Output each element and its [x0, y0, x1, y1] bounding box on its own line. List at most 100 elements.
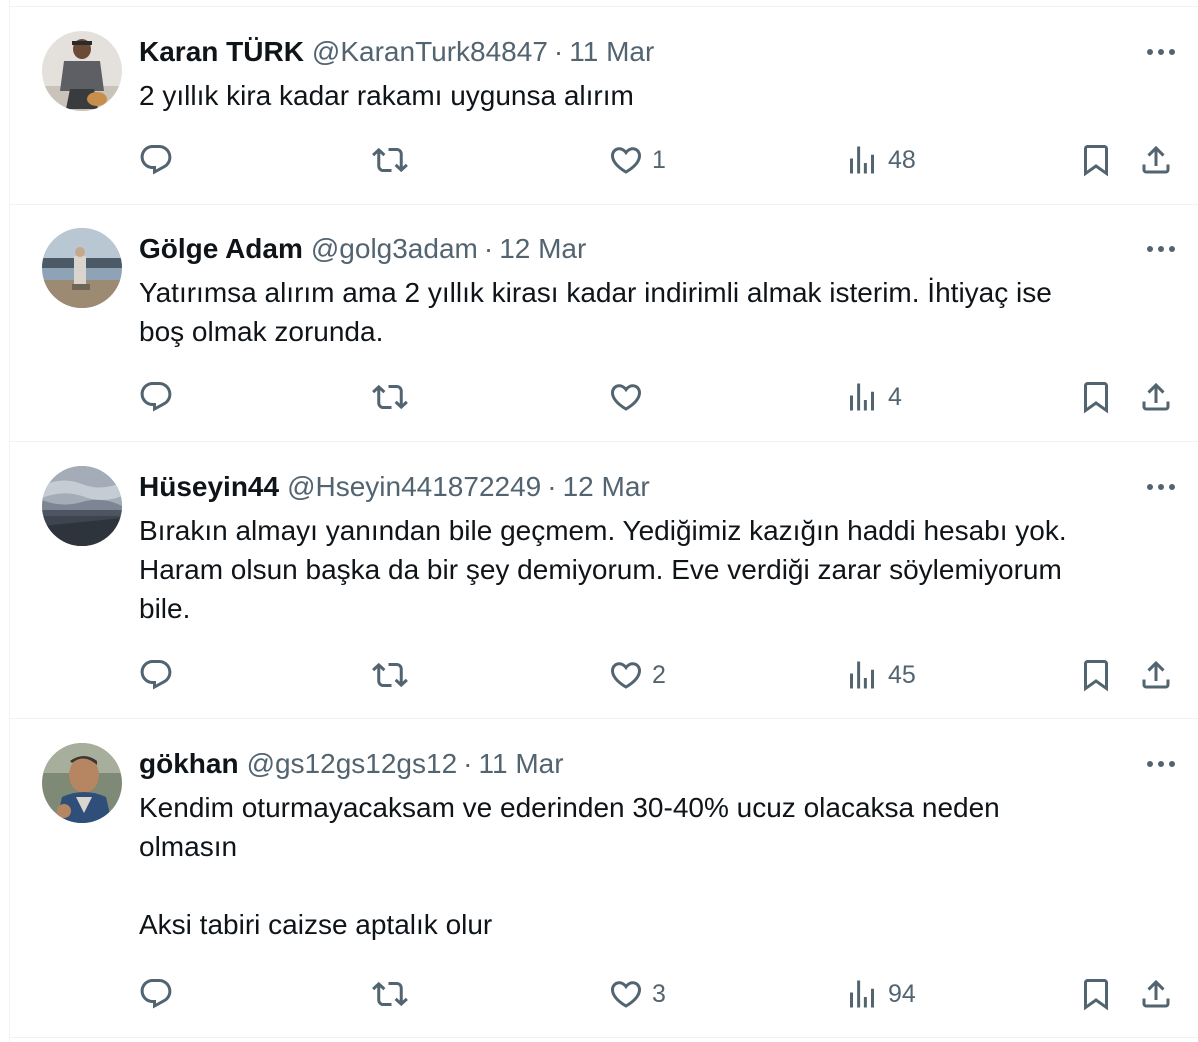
tweet-actions: 4 [10, 377, 1198, 417]
avatar[interactable] [42, 466, 122, 546]
avatar[interactable] [42, 228, 122, 308]
author-name[interactable]: gökhan [139, 746, 239, 782]
heart-icon [608, 142, 644, 178]
bookmark-icon [1078, 976, 1114, 1012]
tweet-date[interactable]: 11 Mar [478, 746, 563, 782]
tweet-actions: 1 48 [10, 140, 1198, 180]
tweet-date[interactable]: 12 Mar [563, 469, 650, 505]
like-button[interactable] [608, 377, 652, 417]
tweet-text: Yatırımsa alırım ama 2 yıllık kirası kad… [139, 277, 1052, 347]
views-icon [844, 379, 880, 415]
share-icon [1138, 657, 1174, 693]
like-button[interactable]: 1 [608, 140, 666, 180]
retweet-icon [372, 657, 408, 693]
bookmark-button[interactable] [1078, 140, 1114, 180]
tweet-text: 2 yıllık kira kadar rakamı uygunsa alırı… [139, 80, 634, 111]
heart-icon [608, 379, 644, 415]
tweet[interactable]: gökhan @gs12gs12gs12 · 11 Mar Kendim otu… [10, 719, 1198, 1038]
more-button[interactable] [1141, 469, 1181, 505]
reply-button[interactable] [138, 974, 182, 1014]
views-icon [844, 142, 880, 178]
retweet-button[interactable] [372, 974, 416, 1014]
author-handle[interactable]: @golg3adam [311, 231, 478, 267]
retweet-button[interactable] [372, 140, 416, 180]
tweet-text: Bırakın almayı yanından bile geçmem. Yed… [139, 515, 1067, 624]
share-button[interactable] [1138, 140, 1174, 180]
views-count: 94 [888, 980, 916, 1008]
reply-button[interactable] [138, 655, 182, 695]
views-icon [844, 976, 880, 1012]
more-horizontal-icon [1146, 240, 1176, 258]
tweet[interactable]: Karan TÜRK @KaranTurk84847 · 11 Mar 2 yı… [10, 6, 1198, 205]
like-count: 1 [652, 146, 666, 174]
like-count: 3 [652, 980, 666, 1008]
more-button[interactable] [1141, 231, 1181, 267]
views-icon [844, 657, 880, 693]
share-icon [1138, 379, 1174, 415]
more-horizontal-icon [1146, 755, 1176, 773]
more-button[interactable] [1141, 746, 1181, 782]
like-button[interactable]: 2 [608, 655, 666, 695]
views-button[interactable]: 94 [844, 974, 916, 1014]
share-icon [1138, 976, 1174, 1012]
separator: · [547, 471, 557, 502]
retweet-button[interactable] [372, 377, 416, 417]
tweet-header: Hüseyin44 @Hseyin441872249 · 12 Mar [139, 469, 650, 505]
tweet-actions: 3 94 [10, 974, 1198, 1014]
share-button[interactable] [1138, 377, 1174, 417]
tweet-text: Kendim oturmayacaksam ve ederinden 30-40… [139, 792, 1000, 940]
reply-icon [138, 142, 174, 178]
share-icon [1138, 142, 1174, 178]
like-button[interactable]: 3 [608, 974, 666, 1014]
author-name[interactable]: Karan TÜRK [139, 34, 304, 70]
reply-button[interactable] [138, 140, 182, 180]
tweet-actions: 2 45 [10, 655, 1198, 695]
author-handle[interactable]: @gs12gs12gs12 [247, 746, 458, 782]
reply-icon [138, 657, 174, 693]
tweet-date[interactable]: 11 Mar [569, 34, 654, 70]
author-handle[interactable]: @Hseyin441872249 [287, 469, 541, 505]
tweet[interactable]: Hüseyin44 @Hseyin441872249 · 12 Mar Bıra… [10, 442, 1198, 719]
views-count: 45 [888, 661, 916, 689]
views-button[interactable]: 4 [844, 377, 902, 417]
retweet-icon [372, 142, 408, 178]
bookmark-icon [1078, 379, 1114, 415]
author-name[interactable]: Hüseyin44 [139, 469, 279, 505]
like-count: 2 [652, 661, 666, 689]
separator: · [463, 748, 473, 779]
more-button[interactable] [1141, 34, 1181, 70]
avatar[interactable] [42, 743, 122, 823]
share-button[interactable] [1138, 974, 1174, 1014]
views-count: 48 [888, 146, 916, 174]
views-button[interactable]: 45 [844, 655, 916, 695]
separator: · [553, 36, 564, 67]
separator: · [483, 233, 494, 264]
more-horizontal-icon [1146, 478, 1176, 496]
reply-feed: Karan TÜRK @KaranTurk84847 · 11 Mar 2 yı… [9, 0, 1198, 1042]
tweet-header: Karan TÜRK @KaranTurk84847 · 11 Mar [139, 34, 654, 70]
tweet-date[interactable]: 12 Mar [499, 231, 586, 267]
author-handle[interactable]: @KaranTurk84847 [312, 34, 548, 70]
heart-icon [608, 657, 644, 693]
bookmark-button[interactable] [1078, 377, 1114, 417]
tweet[interactable]: Gölge Adam @golg3adam · 12 Mar Yatırımsa… [10, 204, 1198, 442]
bookmark-icon [1078, 142, 1114, 178]
reply-button[interactable] [138, 377, 182, 417]
author-name[interactable]: Gölge Adam [139, 231, 303, 267]
bookmark-button[interactable] [1078, 974, 1114, 1014]
avatar[interactable] [42, 31, 122, 111]
bookmark-icon [1078, 657, 1114, 693]
retweet-icon [372, 976, 408, 1012]
reply-icon [138, 976, 174, 1012]
reply-icon [138, 379, 174, 415]
more-horizontal-icon [1146, 43, 1176, 61]
views-button[interactable]: 48 [844, 140, 916, 180]
views-count: 4 [888, 383, 902, 411]
heart-icon [608, 976, 644, 1012]
retweet-icon [372, 379, 408, 415]
tweet-header: gökhan @gs12gs12gs12 · 11 Mar [139, 746, 564, 782]
share-button[interactable] [1138, 655, 1174, 695]
retweet-button[interactable] [372, 655, 416, 695]
tweet-header: Gölge Adam @golg3adam · 12 Mar [139, 231, 586, 267]
bookmark-button[interactable] [1078, 655, 1114, 695]
